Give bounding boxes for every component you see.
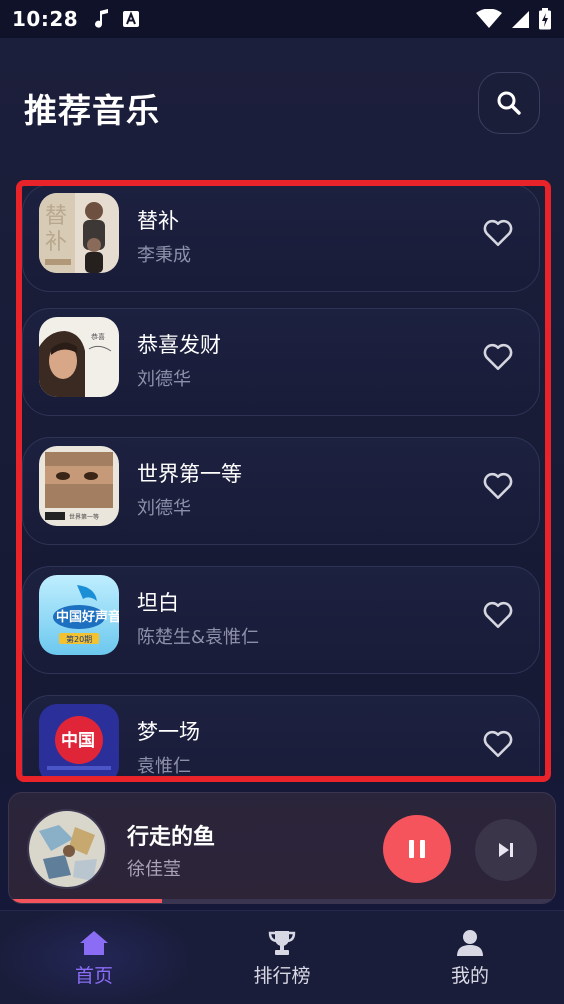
svg-text:世界第一等: 世界第一等: [69, 513, 99, 521]
svg-text:补: 补: [45, 230, 67, 255]
song-artist: 刘德华: [137, 498, 191, 519]
song-title: 坦白: [137, 591, 179, 615]
svg-text:中国好声音: 中国好声音: [56, 609, 119, 625]
song-card[interactable]: 世界第一等 世界第一等 刘德华: [22, 437, 540, 545]
heart-icon[interactable]: [481, 597, 515, 631]
nav-label: 首页: [74, 964, 113, 987]
heart-icon[interactable]: [481, 339, 515, 373]
song-cover: 恭喜: [39, 317, 119, 397]
page-title: 推荐音乐: [24, 91, 160, 130]
search-button[interactable]: [478, 72, 540, 134]
bottom-nav: 首页 排行榜 我的: [0, 910, 564, 1004]
heart-icon[interactable]: [481, 468, 515, 502]
song-artist: 陈楚生&袁惟仁: [137, 627, 260, 648]
nav-home[interactable]: 首页: [0, 911, 188, 1004]
svg-text:中国: 中国: [61, 730, 95, 751]
song-artist: 李秉成: [137, 245, 191, 266]
song-list[interactable]: 替 补 替补 李秉成 恭喜 恭喜发财 刘德华 世界第一等 世界第一等 刘德华 中…: [22, 186, 545, 776]
song-artist: 刘德华: [137, 369, 191, 390]
heart-icon[interactable]: [481, 215, 515, 249]
svg-text:恭喜: 恭喜: [91, 332, 105, 341]
svg-text:第20期: 第20期: [66, 634, 92, 644]
player-cover: [27, 809, 107, 889]
status-time: 10:28: [12, 7, 79, 31]
song-artist: 袁惟仁: [137, 756, 191, 776]
home-icon: [80, 930, 108, 955]
nav-ranking[interactable]: 排行榜: [188, 911, 376, 1004]
mini-player[interactable]: 行走的鱼 徐佳莹: [8, 792, 556, 904]
song-card[interactable]: 中国 梦一场 袁惟仁: [22, 695, 540, 776]
music-note-icon: [95, 9, 109, 28]
battery-charging-icon: [539, 8, 551, 30]
song-title: 恭喜发财: [137, 333, 221, 357]
nav-label: 我的: [450, 964, 489, 987]
heart-icon[interactable]: [481, 726, 515, 760]
user-icon: [457, 929, 483, 956]
song-cover: 中国: [39, 704, 119, 776]
song-title: 替补: [137, 209, 179, 233]
next-track-button[interactable]: [475, 819, 537, 881]
song-title: 世界第一等: [137, 462, 242, 486]
header: 推荐音乐: [0, 38, 564, 168]
status-icons-left: [94, 9, 140, 29]
wifi-icon: [476, 9, 502, 28]
pause-button[interactable]: [383, 815, 451, 883]
song-card[interactable]: 恭喜 恭喜发财 刘德华: [22, 308, 540, 416]
player-song-title: 行走的鱼: [127, 825, 216, 850]
status-icons-right: [476, 8, 552, 30]
trophy-icon: [268, 930, 296, 955]
skip-next-icon: [499, 843, 513, 857]
progress-bar[interactable]: [9, 899, 555, 903]
svg-text:替: 替: [45, 204, 67, 229]
signal-icon: [512, 11, 529, 28]
progress-fill: [9, 899, 163, 903]
song-cover: 世界第一等: [39, 446, 119, 526]
player-artist: 徐佳莹: [127, 859, 181, 880]
nav-profile[interactable]: 我的: [376, 911, 564, 1004]
accessibility-a-icon: [123, 11, 140, 27]
pause-icon: [409, 840, 425, 858]
song-card[interactable]: 替 补 替补 李秉成: [22, 186, 540, 292]
song-cover: 替 补: [39, 193, 119, 273]
status-bar: 10:28: [0, 0, 564, 38]
song-title: 梦一场: [137, 720, 200, 744]
nav-label: 排行榜: [253, 964, 311, 987]
search-icon: [497, 91, 521, 115]
song-cover: 中国好声音 第20期: [39, 575, 119, 655]
song-card[interactable]: 中国好声音 第20期 坦白 陈楚生&袁惟仁: [22, 566, 540, 674]
